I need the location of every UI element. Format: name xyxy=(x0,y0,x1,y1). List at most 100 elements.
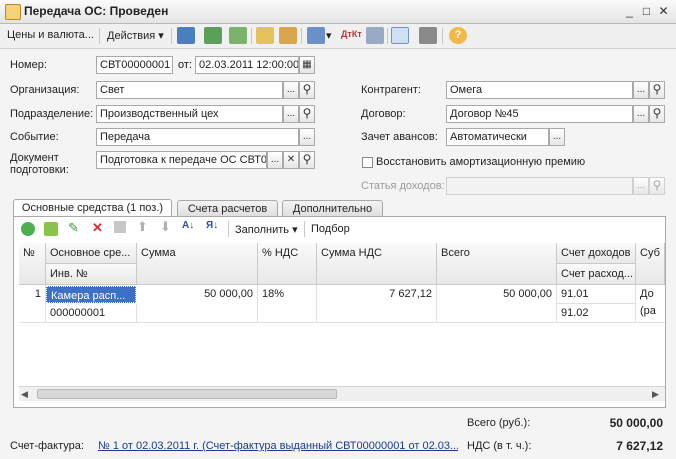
select-button[interactable]: ... xyxy=(633,81,649,99)
inventory-cell[interactable]: 000000001 xyxy=(46,304,137,322)
vat-sum-cell[interactable]: 7 627,12 xyxy=(317,285,437,322)
fill-menu-button[interactable]: Заполнить ▾ xyxy=(235,223,298,236)
income-item-label: Статья доходов: xyxy=(361,180,445,192)
prep-document-label: Документ подготовки: xyxy=(10,152,69,176)
print-icon[interactable] xyxy=(307,27,325,44)
sort-descending-icon[interactable]: Я↓ xyxy=(206,220,218,231)
toolbar-separator xyxy=(99,28,100,44)
refresh-icon[interactable] xyxy=(204,27,222,44)
post-icon[interactable] xyxy=(177,27,195,44)
expense-account-cell[interactable]: 91.02 xyxy=(557,304,636,322)
contract-field[interactable]: Договор №45 xyxy=(446,105,633,123)
toolbar-separator xyxy=(442,28,443,44)
select-items-button[interactable]: Подбор xyxy=(311,223,350,235)
help-icon[interactable]: ? xyxy=(449,27,467,44)
journal-icon[interactable] xyxy=(366,27,384,44)
open-search-icon[interactable]: ⚲ xyxy=(299,81,315,99)
vat-total-label: НДС (в т. ч.): xyxy=(467,440,532,452)
division-field[interactable]: Производственный цех xyxy=(96,105,283,123)
select-button[interactable]: ... xyxy=(283,105,299,123)
col-number-header[interactable]: № xyxy=(19,243,46,285)
subconto-cell-2[interactable]: (ра xyxy=(636,302,665,321)
select-button[interactable]: ... xyxy=(633,105,649,123)
open-search-icon[interactable]: ⚲ xyxy=(649,105,665,123)
prices-currency-button[interactable]: Цены и валюта... xyxy=(7,29,94,41)
select-button[interactable]: ... xyxy=(633,177,649,195)
open-search-icon[interactable]: ⚲ xyxy=(649,81,665,99)
clear-icon[interactable]: ✕ xyxy=(283,151,299,169)
prep-document-label-line1: Документ xyxy=(10,152,59,164)
sum-cell[interactable]: 50 000,00 xyxy=(137,285,258,322)
print-dropdown-arrow-icon[interactable]: ▾ xyxy=(326,29,332,42)
col-subconto-header[interactable]: Суб xyxy=(636,243,665,285)
organization-field[interactable]: Свет xyxy=(96,81,283,99)
number-field[interactable]: СВТ00000001 xyxy=(96,56,173,74)
minimize-button[interactable]: _ xyxy=(622,4,637,18)
scroll-left-icon[interactable]: ◀ xyxy=(21,389,28,400)
event-field[interactable]: Передача xyxy=(96,128,299,146)
restore-premium-checkbox[interactable] xyxy=(362,157,373,168)
invoice-link[interactable]: № 1 от 02.03.2011 г. (Счет-фактура выдан… xyxy=(98,440,458,452)
invoice-label: Счет-фактура: xyxy=(10,440,84,452)
col-sum-header[interactable]: Сумма xyxy=(137,243,258,285)
asset-cell[interactable]: Камера расп... xyxy=(46,286,136,303)
toolbar-separator xyxy=(304,221,305,237)
organization-label: Организация: xyxy=(10,84,80,96)
contract-label: Договор: xyxy=(361,108,406,120)
dropdown-arrow-icon: ▾ xyxy=(292,224,298,236)
settings-list-icon[interactable] xyxy=(419,27,437,44)
number-label: Номер: xyxy=(10,59,47,71)
select-button[interactable]: ... xyxy=(299,128,315,146)
fill-based-on-icon[interactable] xyxy=(256,27,274,44)
move-up-icon: ⬆ xyxy=(137,219,148,234)
select-button[interactable]: ... xyxy=(549,128,565,146)
toolbar: Цены и валюта... Действия ▾ ▾ ДтКт ? xyxy=(0,24,676,49)
col-inventory-header[interactable]: Инв. № xyxy=(46,264,137,285)
division-label: Подразделение: xyxy=(10,108,94,120)
copy-icon[interactable] xyxy=(229,27,247,44)
open-search-icon[interactable]: ⚲ xyxy=(299,105,315,123)
close-button[interactable]: ✕ xyxy=(656,4,671,18)
date-from-label: от: xyxy=(178,59,192,71)
maximize-button[interactable]: □ xyxy=(639,4,654,18)
open-search-icon[interactable]: ⚲ xyxy=(649,177,665,195)
title-bar: Передача ОС: Проведен _ □ ✕ xyxy=(0,0,676,24)
row-number: 1 xyxy=(19,285,46,322)
sort-ascending-icon[interactable]: А↓ xyxy=(182,220,194,231)
copy-row-icon[interactable] xyxy=(44,222,58,236)
edit-row-icon[interactable]: ✎ xyxy=(68,220,79,236)
prep-document-field[interactable]: Подготовка к передаче ОС СВТ00 xyxy=(96,151,267,169)
structure-subordination-icon[interactable] xyxy=(391,27,409,44)
toolbar-separator xyxy=(228,221,229,237)
event-label: Событие: xyxy=(10,131,59,143)
income-item-field[interactable] xyxy=(446,177,633,195)
scroll-right-icon[interactable]: ▶ xyxy=(652,389,659,400)
scrollbar-thumb[interactable] xyxy=(37,389,337,399)
col-asset-header[interactable]: Основное сре... xyxy=(46,243,137,264)
col-expense-account-header[interactable]: Счет расход... xyxy=(557,264,636,285)
dt-kt-icon[interactable]: ДтКт xyxy=(341,29,362,39)
actions-menu-button[interactable]: Действия ▾ xyxy=(107,29,164,42)
add-row-icon[interactable] xyxy=(21,222,35,236)
open-search-icon[interactable]: ⚲ xyxy=(299,151,315,169)
vat-rate-cell[interactable]: 18% xyxy=(258,285,317,322)
col-vat-rate-header[interactable]: % НДС xyxy=(258,243,317,285)
horizontal-scrollbar[interactable]: ◀ ▶ xyxy=(19,386,665,401)
vat-total-value: 7 627,12 xyxy=(616,439,663,453)
structure-icon[interactable] xyxy=(279,27,297,44)
col-income-account-header[interactable]: Счет доходов xyxy=(557,243,636,264)
income-account-cell[interactable]: 91.01 xyxy=(557,285,636,304)
counterparty-field[interactable]: Омега xyxy=(446,81,633,99)
col-total-header[interactable]: Всего xyxy=(437,243,557,285)
col-vat-sum-header[interactable]: Сумма НДС xyxy=(317,243,437,285)
date-field[interactable]: 02.03.2011 12:00:00 xyxy=(195,56,299,74)
select-button[interactable]: ... xyxy=(283,81,299,99)
delete-row-icon[interactable]: ✕ xyxy=(92,220,103,236)
window-title: Передача ОС: Проведен xyxy=(24,4,169,18)
advance-offset-field[interactable]: Автоматически xyxy=(446,128,549,146)
table-row[interactable]: 1 Камера расп... 000000001 50 000,00 18%… xyxy=(19,285,665,323)
calendar-icon[interactable]: ▦ xyxy=(299,56,315,74)
select-button[interactable]: ... xyxy=(267,151,283,169)
advance-offset-label: Зачет авансов: xyxy=(361,131,438,143)
total-cell[interactable]: 50 000,00 xyxy=(437,285,557,322)
